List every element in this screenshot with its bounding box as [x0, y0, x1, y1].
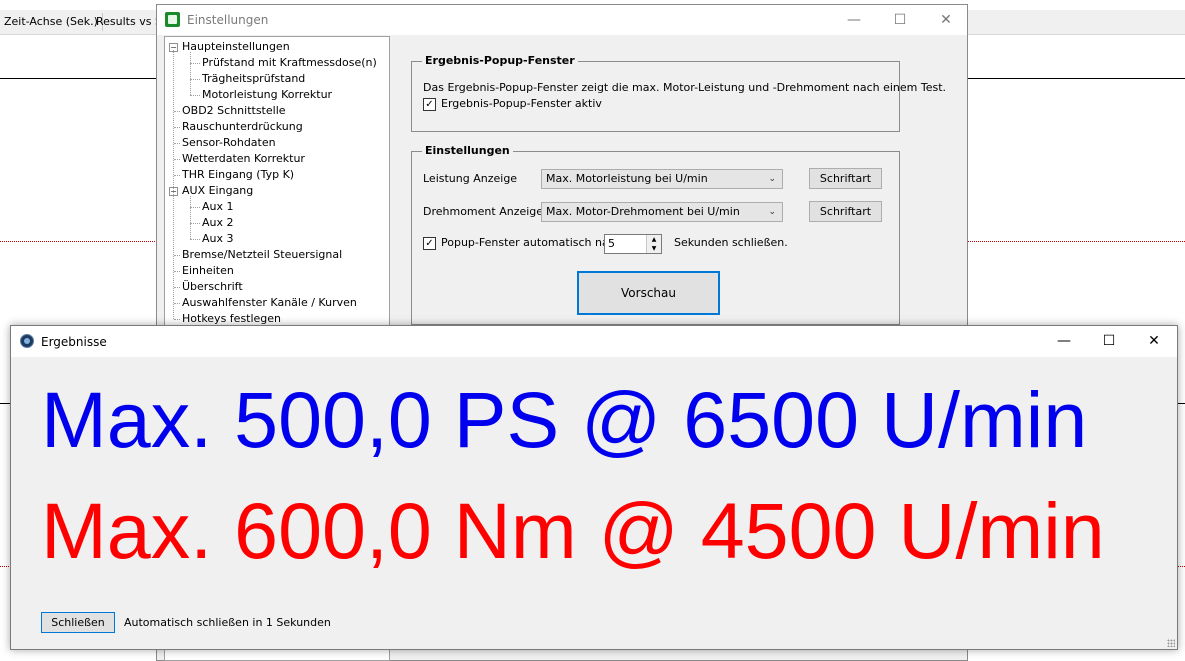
tree-item[interactable]: Überschrift — [182, 279, 243, 295]
tree-item-label: Aux 2 — [202, 216, 234, 229]
tree-item-label: Bremse/Netzteil Steuersignal — [182, 248, 343, 261]
settings-window-title: Einstellungen — [187, 13, 269, 27]
maximize-icon[interactable]: ☐ — [1086, 326, 1132, 356]
tree-item-label: Wetterdaten Korrektur — [182, 152, 305, 165]
tree-connector — [174, 159, 180, 160]
power-display-label: Leistung Anzeige — [423, 172, 518, 185]
tree-item[interactable]: THR Eingang (Typ K) — [182, 167, 294, 183]
tree-item-label: Sensor-Rohdaten — [182, 136, 276, 149]
results-titlebar[interactable]: Ergebnisse — ☐ ✕ — [11, 326, 1177, 357]
torque-display-label: Drehmoment Anzeige — [423, 205, 544, 218]
tree-connector — [174, 319, 180, 320]
tree-item[interactable]: Auswahlfenster Kanäle / Kurven — [182, 295, 357, 311]
tree-connector — [190, 223, 200, 224]
autoclose-status: Automatisch schließen in 1 Sekunden — [124, 616, 331, 629]
tree-item[interactable]: Prüfstand mit Kraftmessdose(n) — [202, 55, 377, 71]
chevron-down-icon: ⌄ — [768, 174, 776, 184]
tree-connector — [190, 196, 191, 239]
tree-connector — [190, 207, 200, 208]
tree-item[interactable]: Trägheitsprüfstand — [202, 71, 305, 87]
tree-connector — [174, 287, 180, 288]
popup-active-checkbox[interactable]: ✓ — [423, 98, 436, 111]
tree-connector — [174, 143, 180, 144]
torque-display-select[interactable]: Max. Motor-Drehmoment bei U/min ⌄ — [541, 202, 783, 222]
popup-active-label[interactable]: Ergebnis-Popup-Fenster aktiv — [441, 97, 602, 110]
tree-connector — [174, 303, 180, 304]
settings-group-title: Einstellungen — [422, 144, 513, 157]
torque-display-value: Max. Motor-Drehmoment bei U/min — [546, 205, 740, 218]
tree-connector — [174, 175, 180, 176]
max-power-readout: Max. 500,0 PS @ 6500 U/min — [41, 375, 1088, 464]
results-app-icon — [20, 334, 34, 348]
autoclose-checkbox[interactable]: ✓ — [423, 237, 436, 250]
max-torque-readout: Max. 600,0 Nm @ 4500 U/min — [41, 486, 1105, 575]
tree-item[interactable]: Sensor-Rohdaten — [182, 135, 276, 151]
chevron-down-icon: ⌄ — [768, 207, 776, 217]
tree-connector — [190, 79, 200, 80]
tree-item[interactable]: Aux 3 — [202, 231, 234, 247]
results-window-title: Ergebnisse — [41, 335, 107, 349]
power-display-value: Max. Motorleistung bei U/min — [546, 172, 708, 185]
minimize-icon[interactable]: — — [1041, 326, 1087, 356]
tree-item-label: Aux 3 — [202, 232, 234, 245]
tree-item[interactable]: Aux 2 — [202, 215, 234, 231]
tree-item-label: Haupteinstellungen — [182, 40, 290, 53]
tree-item-label: Überschrift — [182, 280, 243, 293]
tree-item-label: Trägheitsprüfstand — [202, 72, 306, 85]
autoclose-suffix: Sekunden schließen. — [674, 236, 788, 249]
tree-connector — [174, 255, 180, 256]
tree-item-label: OBD2 Schnittstelle — [182, 104, 286, 117]
app-icon — [165, 12, 180, 27]
tree-item[interactable]: Bremse/Netzteil Steuersignal — [182, 247, 342, 263]
tree-connector — [190, 239, 200, 240]
tree-item[interactable]: Rauschunterdrückung — [182, 119, 303, 135]
power-font-button[interactable]: Schriftart — [809, 168, 882, 189]
tree-connector — [174, 127, 180, 128]
popup-description: Das Ergebnis-Popup-Fenster zeigt die max… — [423, 81, 947, 94]
tree-connector — [190, 63, 200, 64]
tree-item-label: Motorleistung Korrektur — [202, 88, 333, 101]
tree-item-label: Einheiten — [182, 264, 234, 277]
popup-group: Ergebnis-Popup-Fenster Das Ergebnis-Popu… — [411, 54, 946, 132]
tree-item-label: AUX Eingang — [182, 184, 254, 197]
popup-group-title: Ergebnis-Popup-Fenster — [422, 54, 578, 67]
autoclose-seconds-stepper[interactable]: 5 ▲ ▼ — [604, 234, 662, 254]
resize-grip-icon[interactable] — [1167, 639, 1175, 647]
tree-item[interactable]: Haupteinstellungen — [182, 39, 290, 55]
tree-connector — [173, 50, 174, 319]
minimize-icon[interactable]: — — [831, 5, 877, 35]
tree-item-label: Aux 1 — [202, 200, 234, 213]
tab-zeit-achse[interactable]: Zeit-Achse (Sek.) — [0, 13, 103, 31]
autoclose-label[interactable]: Popup-Fenster automatisch nach — [441, 236, 622, 249]
tree-item[interactable]: AUX Eingang — [182, 183, 253, 199]
tree-item[interactable]: Einheiten — [182, 263, 234, 279]
tree-item-label: Auswahlfenster Kanäle / Kurven — [182, 296, 357, 309]
tree-connector — [190, 95, 200, 96]
tree-item[interactable]: OBD2 Schnittstelle — [182, 103, 286, 119]
results-window: Ergebnisse — ☐ ✕ Max. 500,0 PS @ 6500 U/… — [10, 325, 1178, 650]
tree-item[interactable]: Motorleistung Korrektur — [202, 87, 332, 103]
tree-item-label: Hotkeys festlegen — [182, 312, 282, 325]
autoclose-seconds-value: 5 — [608, 237, 615, 250]
tree-connector — [174, 111, 180, 112]
close-icon[interactable]: ✕ — [1131, 326, 1177, 356]
tree-item[interactable]: Wetterdaten Korrektur — [182, 151, 305, 167]
tree-item[interactable]: Aux 1 — [202, 199, 234, 215]
close-icon[interactable]: ✕ — [923, 5, 969, 35]
tree-item-label: Rauschunterdrückung — [182, 120, 303, 133]
close-button[interactable]: Schließen — [41, 612, 115, 633]
torque-font-button[interactable]: Schriftart — [809, 201, 882, 222]
settings-titlebar[interactable]: Einstellungen — ☐ ✕ — [157, 5, 967, 35]
preview-button[interactable]: Vorschau — [577, 271, 720, 315]
maximize-icon[interactable]: ☐ — [877, 5, 923, 35]
tree-connector — [190, 52, 191, 95]
tree-item-label: THR Eingang (Typ K) — [182, 168, 295, 181]
power-display-select[interactable]: Max. Motorleistung bei U/min ⌄ — [541, 169, 783, 189]
settings-group: Einstellungen Leistung Anzeige Max. Moto… — [411, 144, 900, 325]
spinner-arrows-icon[interactable]: ▲ ▼ — [646, 235, 661, 253]
tree-item-label: Prüfstand mit Kraftmessdose(n) — [202, 56, 377, 69]
tree-connector — [174, 271, 180, 272]
